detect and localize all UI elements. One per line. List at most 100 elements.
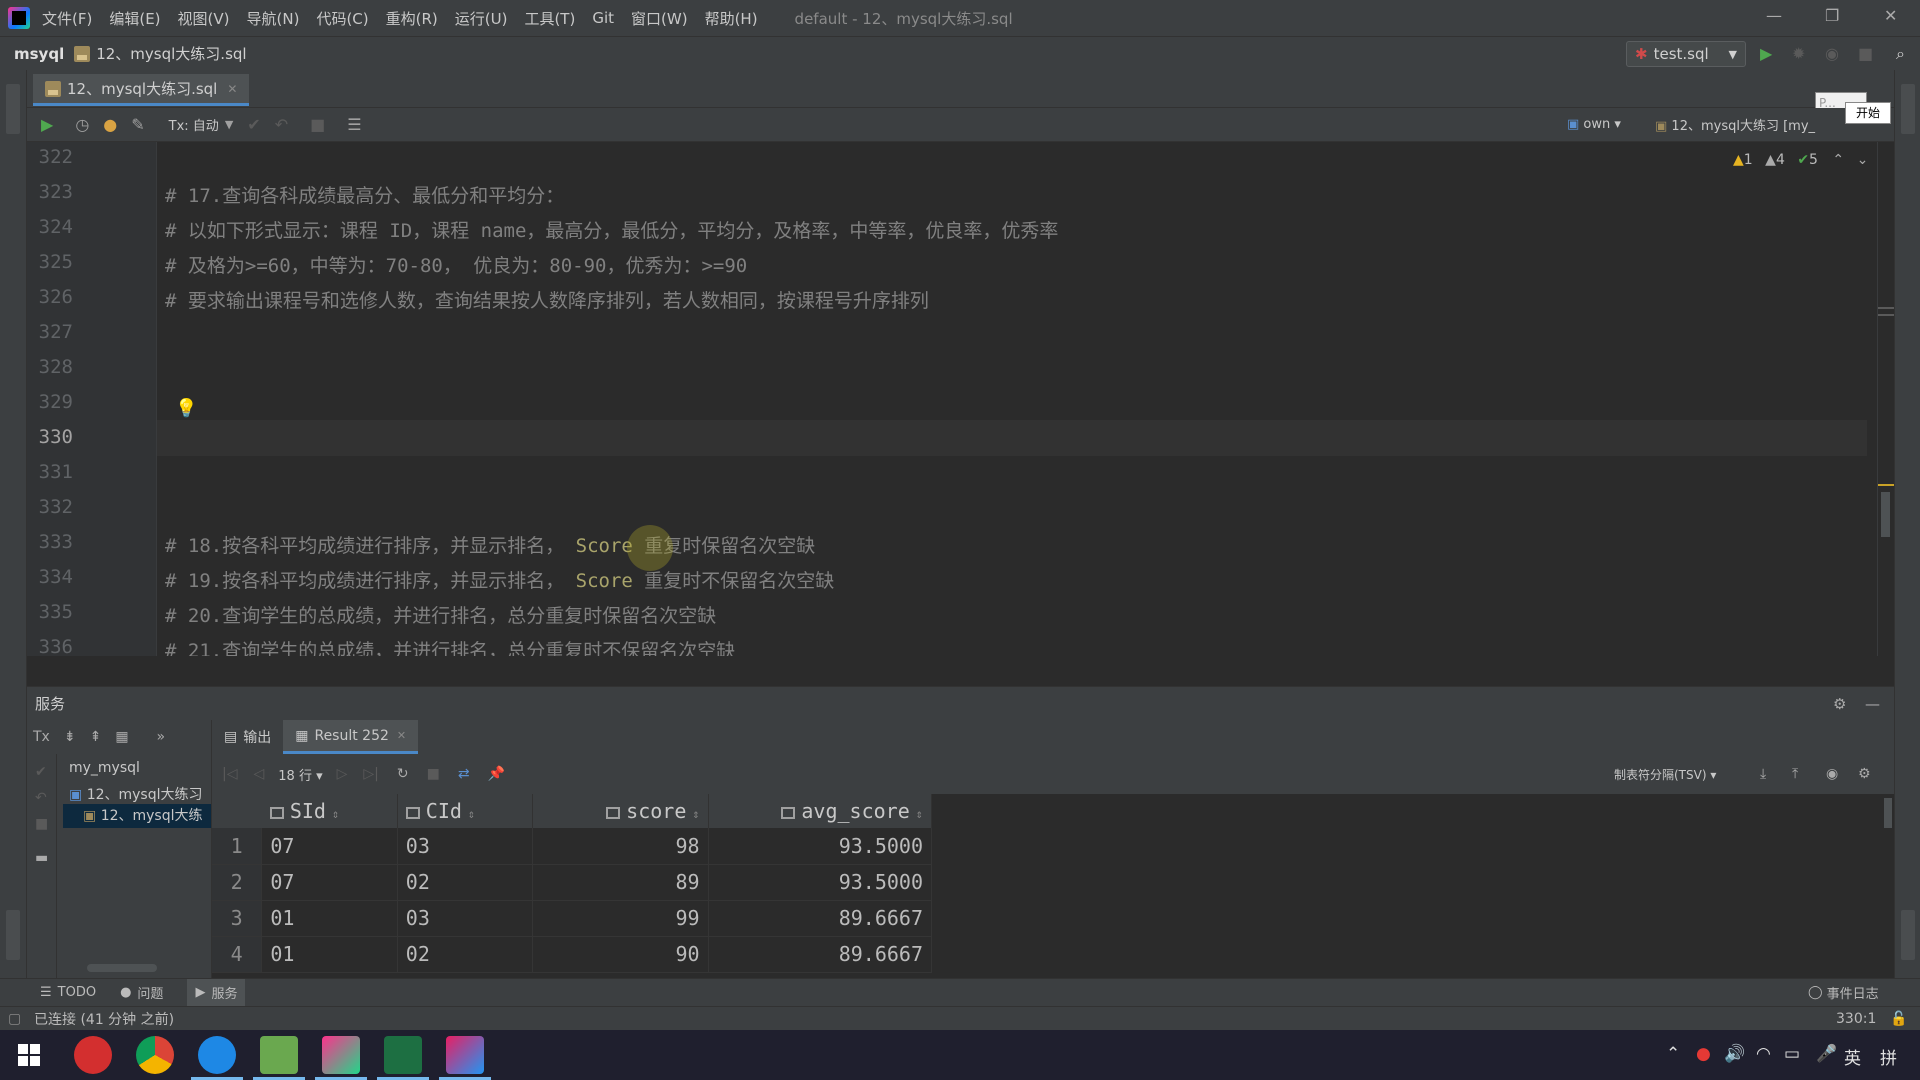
last-page-icon[interactable]: ▷|	[363, 766, 378, 782]
column-header-avg-score[interactable]: avg_score ⇕	[708, 794, 933, 828]
rollback-icon[interactable]: ↶	[35, 790, 47, 806]
prev-page-icon[interactable]: ◁	[253, 766, 264, 782]
tree-item-console-selected[interactable]: ▣ 12、mysql大练	[63, 804, 211, 828]
event-log-button[interactable]: ◯ 事件日志	[1808, 983, 1879, 1002]
stop-icon[interactable]: ■	[427, 766, 440, 782]
browser-icon[interactable]	[198, 1036, 236, 1074]
column-header-sid[interactable]: SId ⇕	[261, 794, 398, 828]
breadcrumb-project[interactable]: msyql	[14, 45, 64, 63]
cell-avg-score[interactable]: 93.5000	[708, 828, 933, 865]
menu-view[interactable]: 视图(V)	[178, 8, 230, 29]
inspection-widget[interactable]: ▲1 ▲4 ✔5 ⌃ ⌄	[1733, 152, 1868, 168]
hide-icon[interactable]: —	[1865, 695, 1880, 713]
sort-icon[interactable]: ⇕	[916, 807, 923, 821]
tab-output[interactable]: ▤ 输出	[212, 720, 283, 754]
menu-run[interactable]: 运行(U)	[455, 8, 508, 29]
schema-dropdown[interactable]: ▣ own ▾	[1567, 117, 1621, 132]
code-line[interactable]: # 18.按各科平均成绩进行排序，并显示排名， Score 重复时保留名次空缺	[165, 531, 815, 558]
result-grid[interactable]: SId ⇕ CId ⇕ score ⇕ avg_score ⇕ 1 07 03 98 9…	[212, 794, 933, 978]
cell-avg-score[interactable]: 89.6667	[708, 936, 933, 973]
download-icon[interactable]: ⤓	[1760, 766, 1766, 782]
cell-cid[interactable]: 03	[397, 828, 534, 865]
windows-start-icon[interactable]	[18, 1044, 40, 1066]
scrollbar-thumb[interactable]	[1884, 798, 1892, 828]
close-tab-icon[interactable]: ✕	[227, 82, 237, 96]
chevron-up-icon[interactable]: ⌃	[1832, 152, 1844, 168]
breadcrumb-file[interactable]: 12、mysql大练习.sql	[96, 43, 246, 64]
minimize-icon[interactable]: —	[1766, 6, 1782, 25]
close-icon[interactable]: ✕	[1884, 6, 1897, 25]
menu-edit[interactable]: 编辑(E)	[109, 8, 160, 29]
history-icon[interactable]: ◷	[75, 115, 89, 134]
ime-mode[interactable]: 拼	[1880, 1044, 1897, 1069]
stop-icon[interactable]: ■	[1858, 44, 1873, 63]
lightbulb-icon[interactable]: 💡	[175, 398, 197, 419]
cell-score[interactable]: 99	[532, 900, 709, 937]
code-editor[interactable]: 322 323 324 325 326 327 328 329 330 331 …	[27, 142, 1894, 656]
structure-tool-button[interactable]	[1901, 910, 1915, 960]
sort-icon[interactable]: ⇕	[692, 807, 699, 821]
close-tab-icon[interactable]: ✕	[397, 729, 406, 742]
pin-icon[interactable]: 📌	[488, 766, 505, 782]
code-line[interactable]: # 及格为>=60，中等为：70-80， 优良为：80-90，优秀为：>=90	[165, 251, 747, 278]
services-button[interactable]: ▶ 服务	[187, 979, 246, 1006]
view-icon[interactable]: ◉	[1826, 766, 1838, 782]
caret-position[interactable]: 330:1	[1836, 1011, 1876, 1027]
first-page-icon[interactable]: |◁	[222, 766, 237, 782]
chevron-down-icon[interactable]: ⌄	[1857, 152, 1869, 168]
menu-refactor[interactable]: 重构(R)	[386, 8, 438, 29]
sort-icon[interactable]: ⇕	[332, 807, 339, 821]
tray-expand-icon[interactable]: ⌃	[1666, 1044, 1680, 1064]
tx-button[interactable]: Tx	[33, 729, 50, 745]
code-line[interactable]: # 以如下形式显示：课程 ID，课程 name，最高分，最低分，平均分，及格率，…	[165, 216, 1058, 243]
editor-tab-active[interactable]: 12、mysql大练习.sql ✕	[33, 74, 250, 106]
cancel-icon[interactable]: ■	[310, 115, 325, 134]
sort-icon[interactable]: ⇕	[468, 807, 475, 821]
rows-count-dropdown[interactable]: 18 行 ▾	[278, 765, 322, 784]
chrome-icon[interactable]	[136, 1036, 174, 1074]
layout-icon[interactable]: ▬	[35, 850, 48, 866]
menu-file[interactable]: 文件(F)	[42, 8, 92, 29]
tree-item-connection[interactable]: my_mysql	[69, 760, 140, 776]
search-icon[interactable]: ⌕	[1896, 44, 1905, 64]
mic-icon[interactable]: 🎤	[1816, 1044, 1837, 1064]
code-line[interactable]: # 要求输出课程号和选修人数，查询结果按人数降序排列，若人数相同，按课程号升序排…	[165, 286, 929, 313]
cell-cid[interactable]: 02	[397, 864, 534, 901]
lock-icon[interactable]: 🔓	[1890, 1011, 1907, 1027]
editor-scrollbar[interactable]	[1877, 142, 1894, 656]
notifications-tool-button[interactable]	[1901, 84, 1915, 134]
refresh-icon[interactable]: ↻	[397, 766, 409, 782]
cell-cid[interactable]: 02	[397, 936, 534, 973]
more-icon[interactable]: »	[157, 729, 166, 745]
table-row[interactable]: 1 07 03 98 93.5000	[212, 828, 933, 865]
cell-score[interactable]: 89	[532, 864, 709, 901]
cell-cid[interactable]: 03	[397, 900, 534, 937]
tab-result[interactable]: ▦ Result 252 ✕	[283, 720, 419, 754]
result-scrollbar[interactable]	[1882, 794, 1894, 978]
debug-icon[interactable]: ✹	[1792, 44, 1805, 63]
todo-button[interactable]: ☰ TODO	[40, 985, 96, 1000]
table-row[interactable]: 4 01 02 90 89.6667	[212, 936, 933, 973]
status-toggle-icon[interactable]: ▢	[8, 1011, 21, 1027]
ime-language[interactable]: 英	[1844, 1044, 1861, 1069]
gear-icon[interactable]: ⚙	[1858, 766, 1871, 782]
cell-sid[interactable]: 07	[261, 828, 398, 865]
wifi-icon[interactable]: ◠	[1756, 1044, 1771, 1064]
console-dropdown[interactable]: ▣ 12、mysql大练习 [my_	[1655, 115, 1815, 134]
column-header-score[interactable]: score ⇕	[532, 794, 709, 828]
cell-sid[interactable]: 01	[261, 936, 398, 973]
code-line[interactable]: # 20.查询学生的总成绩，并进行排名，总分重复时保留名次空缺	[165, 601, 716, 628]
menu-window[interactable]: 窗口(W)	[631, 8, 688, 29]
run-config-dropdown[interactable]: ✱ test.sql ▼	[1626, 41, 1746, 67]
database-tool-button[interactable]	[6, 84, 20, 134]
gear-icon[interactable]: ⚙	[1833, 695, 1846, 713]
menu-help[interactable]: 帮助(H)	[705, 8, 758, 29]
commit-icon[interactable]: ✔	[247, 115, 260, 134]
cell-score[interactable]: 90	[532, 936, 709, 973]
battery-icon[interactable]: ▭	[1784, 1044, 1800, 1064]
cell-avg-score[interactable]: 93.5000	[708, 864, 933, 901]
collapse-all-icon[interactable]: ⇞	[90, 729, 102, 745]
code-line[interactable]: # 19.按各科平均成绩进行排序，并显示排名， Score 重复时不保留名次空缺	[165, 566, 834, 593]
datagrip-icon[interactable]	[322, 1036, 360, 1074]
popup-start-button[interactable]: 开始	[1845, 102, 1891, 124]
